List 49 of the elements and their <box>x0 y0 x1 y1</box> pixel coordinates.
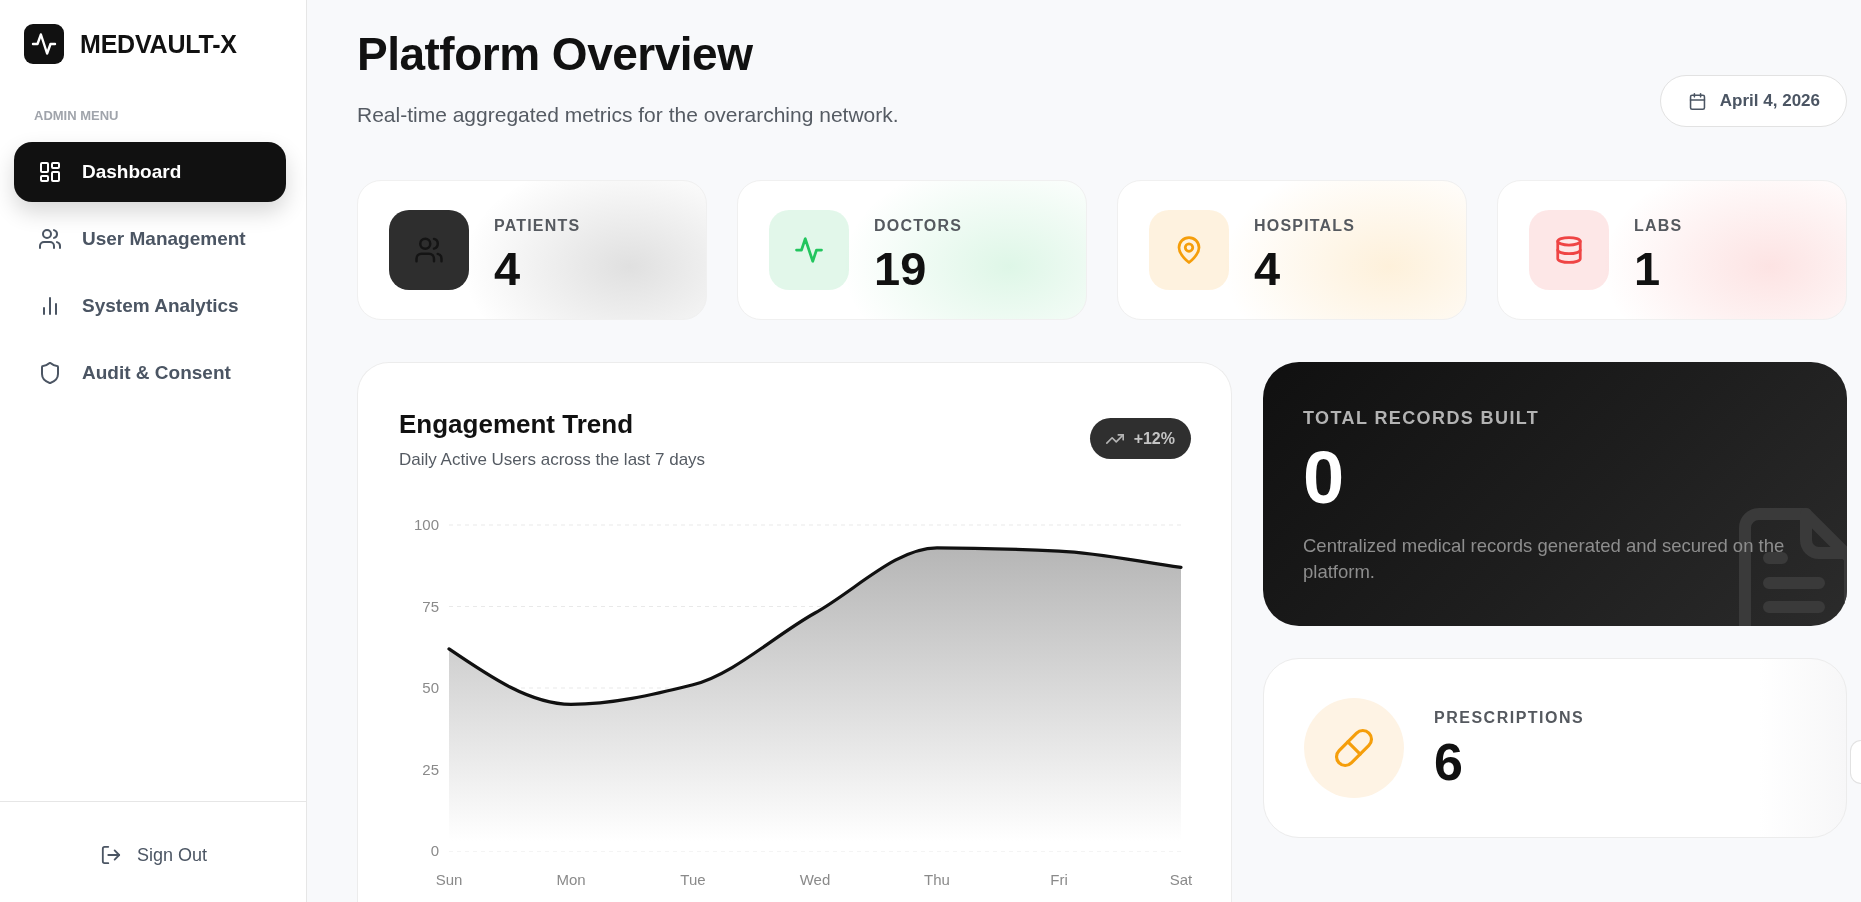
pill-icon <box>1304 698 1404 798</box>
stat-label: PATIENTS <box>494 216 581 236</box>
x-axis-label: Wed <box>799 871 831 888</box>
nav-item[interactable]: Dashboard <box>14 142 286 202</box>
y-axis-label: 50 <box>422 679 439 696</box>
y-axis-label: 25 <box>422 760 439 778</box>
logo-icon <box>24 24 64 64</box>
stat-value: 4 <box>1254 244 1282 294</box>
x-axis-label: Sat <box>1169 871 1193 888</box>
y-axis-label: 75 <box>422 597 439 615</box>
stat-label: DOCTORS <box>874 216 963 236</box>
floating-button[interactable] <box>1850 740 1861 784</box>
stat-value: 1 <box>1634 244 1662 294</box>
page-title: Platform Overview <box>357 27 754 81</box>
chart-subtitle: Daily Active Users across the last 7 days <box>399 450 706 470</box>
x-axis-label: Mon <box>556 871 586 888</box>
prescriptions-value: 6 <box>1434 736 1464 788</box>
sign-out-button[interactable]: Sign Out <box>100 844 207 866</box>
map-pin-icon <box>1149 210 1229 290</box>
stat-value: 19 <box>874 244 928 294</box>
records-label: TOTAL RECORDS BUILT <box>1303 408 1541 428</box>
x-axis-label: Sun <box>435 871 463 888</box>
records-description: Centralized medical records generated and secured on the platform. <box>1303 534 1786 584</box>
y-axis-label: 0 <box>430 842 439 859</box>
page-subtitle: Real-time aggregated metrics for the overarching network. <box>357 103 899 127</box>
records-value: 0 <box>1303 442 1346 514</box>
calendar-icon <box>1688 92 1706 110</box>
brand-name: MEDVAULT-X <box>80 29 237 59</box>
stat-label: HOSPITALS <box>1254 216 1356 236</box>
nav-item[interactable]: Audit & Consent <box>14 343 286 403</box>
x-axis-label: Thu <box>924 871 950 888</box>
sign-out-icon <box>100 845 121 865</box>
database-icon <box>1529 210 1609 290</box>
change-percent: +12% <box>1133 429 1175 448</box>
section-label: ADMIN MENU <box>34 108 119 124</box>
chart-title: Engagement Trend <box>399 410 635 438</box>
nav-item[interactable]: User Management <box>14 209 286 269</box>
shield-icon <box>39 362 61 384</box>
people-icon <box>39 228 61 250</box>
date-button[interactable]: April 4, 2026 <box>1659 75 1847 127</box>
nav-item[interactable]: System Analytics <box>14 276 286 336</box>
pulse-icon <box>769 210 849 290</box>
y-axis-label: 100 <box>413 516 439 533</box>
stat-value: 4 <box>494 244 522 294</box>
prescriptions-label: PRESCRIPTIONS <box>1434 708 1585 728</box>
stat-label: LABS <box>1634 216 1683 236</box>
grid-icon <box>39 161 61 183</box>
x-axis-label: Fri <box>1050 871 1068 888</box>
x-axis-label: Tue <box>680 871 706 888</box>
